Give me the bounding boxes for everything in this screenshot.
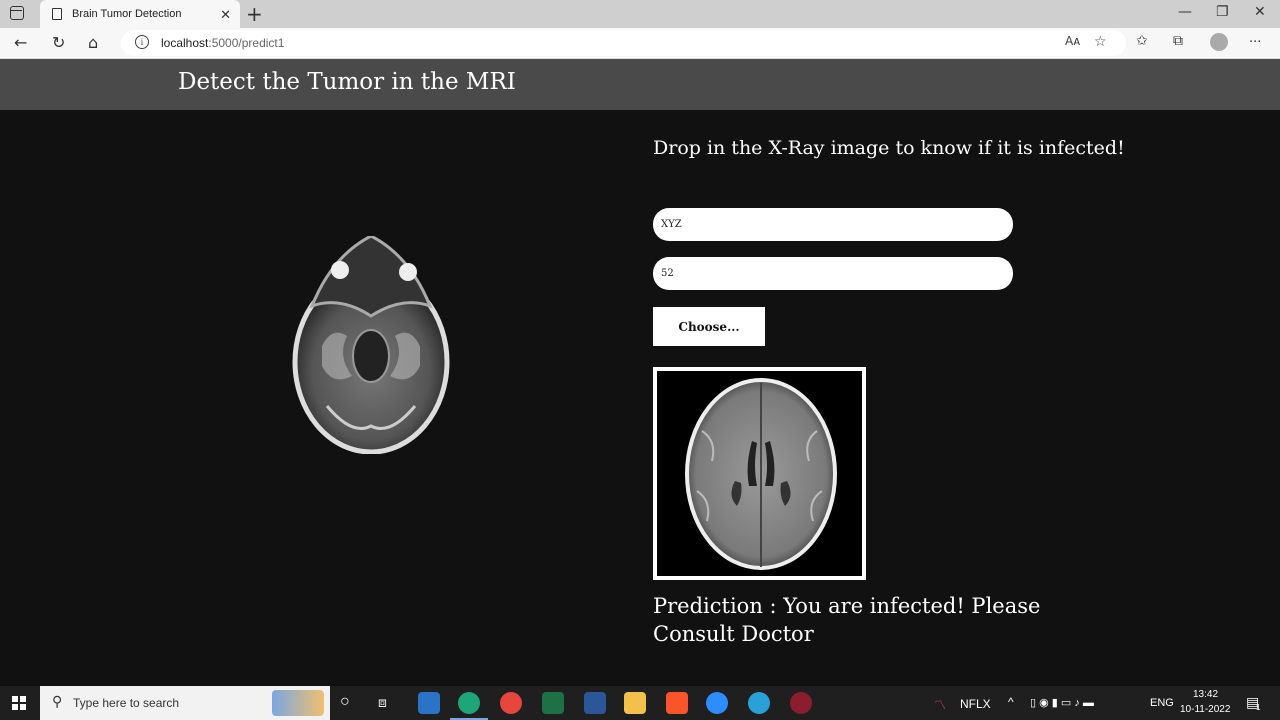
tray-overflow-icon[interactable]: ^ xyxy=(1008,695,1014,709)
url-text[interactable]: localhost:5000/predict1 xyxy=(161,36,284,50)
mri-illustration xyxy=(292,236,450,454)
address-bar[interactable]: i localhost:5000/predict1 Aᴀ ☆ xyxy=(121,30,1126,56)
zoom-icon[interactable] xyxy=(706,692,728,714)
back-icon[interactable]: ← xyxy=(14,33,27,52)
clock-time[interactable]: 13:42 xyxy=(1193,689,1218,700)
profile-avatar[interactable] xyxy=(1210,33,1228,51)
refresh-icon[interactable]: ↻ xyxy=(52,33,65,52)
tab-close-icon[interactable]: ✕ xyxy=(220,7,231,23)
windows-taskbar: ⚲ Type here to search ○ ⧈ 〽 NFLX ^ ▯ ◉ ▮… xyxy=(0,686,1280,720)
notification-count: 1 xyxy=(1256,703,1261,712)
search-icon: ⚲ xyxy=(52,694,63,710)
more-icon[interactable]: ··· xyxy=(1249,35,1261,50)
page-header: Detect the Tumor in the MRI xyxy=(0,59,1280,110)
app-icon[interactable] xyxy=(790,692,812,714)
tray-icons[interactable]: ▯ ◉ ▮ ▭ ♪ ▬ xyxy=(1030,696,1094,709)
telegram-icon[interactable] xyxy=(748,692,770,714)
stock-icon: 〽 xyxy=(934,698,947,712)
collections-icon[interactable]: ⧉ xyxy=(1173,33,1183,49)
edge-icon[interactable] xyxy=(450,692,488,720)
language-indicator[interactable]: ENG xyxy=(1150,697,1174,709)
site-info-icon[interactable]: i xyxy=(135,35,149,49)
favorite-add-icon[interactable]: ☆ xyxy=(1094,34,1107,50)
upload-heading: Drop in the X-Ray image to know if it is… xyxy=(653,137,1125,159)
cortana-icon[interactable]: ○ xyxy=(340,693,350,711)
browser-tab-strip: Brain Tumor Detection ✕ + — ❐ ✕ xyxy=(0,0,1280,28)
new-tab-button[interactable]: + xyxy=(246,2,263,26)
taskbar-search[interactable]: ⚲ Type here to search xyxy=(40,686,330,720)
search-placeholder: Type here to search xyxy=(73,696,180,710)
file-explorer-icon[interactable] xyxy=(624,692,646,714)
mail-icon[interactable] xyxy=(418,692,440,714)
name-field[interactable] xyxy=(653,208,1013,241)
uploaded-mri-preview xyxy=(653,367,866,580)
prediction-result: Prediction : You are infected! Please Co… xyxy=(653,594,1041,646)
tab-actions-icon[interactable] xyxy=(10,6,24,20)
choose-file-button[interactable]: Choose... xyxy=(653,307,765,346)
restore-icon[interactable]: ❐ xyxy=(1216,4,1229,20)
tab-title: Brain Tumor Detection xyxy=(72,8,182,20)
word-icon[interactable] xyxy=(584,692,606,714)
page-title: Detect the Tumor in the MRI xyxy=(178,69,516,95)
brave-icon[interactable] xyxy=(666,692,688,714)
windows-start-icon[interactable] xyxy=(12,696,26,710)
excel-icon[interactable] xyxy=(542,692,564,714)
browser-toolbar: ← ↻ ⌂ i localhost:5000/predict1 Aᴀ ☆ ✩ ⧉… xyxy=(0,28,1280,59)
home-icon[interactable]: ⌂ xyxy=(88,33,98,52)
close-window-icon[interactable]: ✕ xyxy=(1254,4,1266,20)
task-view-icon[interactable]: ⧈ xyxy=(378,694,387,711)
uploaded-mri-image xyxy=(685,378,837,570)
search-highlight-icon xyxy=(272,690,324,716)
favorites-icon[interactable]: ✩ xyxy=(1136,33,1148,49)
tab-brain-tumor-detection[interactable]: Brain Tumor Detection ✕ xyxy=(40,0,240,28)
clock-date[interactable]: 10-11-2022 xyxy=(1180,704,1230,715)
stock-widget[interactable]: NFLX xyxy=(960,697,991,711)
age-field[interactable] xyxy=(653,257,1013,290)
page-icon xyxy=(52,8,62,20)
read-aloud-icon[interactable]: Aᴀ xyxy=(1065,34,1080,48)
main-content xyxy=(0,110,1280,686)
minimize-icon[interactable]: — xyxy=(1178,4,1192,20)
chrome-icon[interactable] xyxy=(500,692,522,714)
